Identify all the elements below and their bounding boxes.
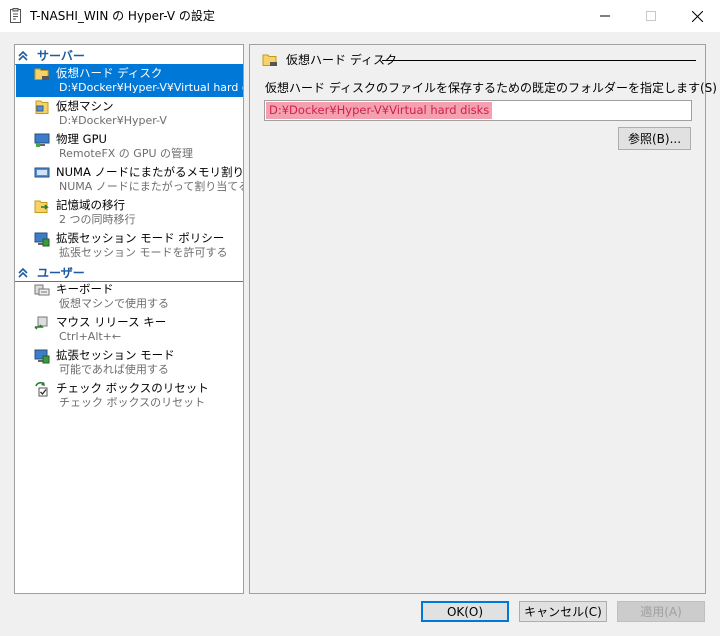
browse-button[interactable]: 参照(B)...	[618, 127, 691, 150]
nav-item-enhanced-session[interactable]: 拡張セッション モード 可能であれば使用する	[16, 346, 243, 379]
enhanced-session-icon	[34, 348, 50, 364]
nav-item-value: NUMA ノードにまたがって割り当てる	[59, 180, 244, 193]
storage-migration-icon	[34, 198, 50, 214]
apply-button[interactable]: 適用(A)	[617, 601, 705, 622]
collapse-chevron-icon	[18, 267, 28, 279]
numa-icon	[34, 165, 50, 181]
mouse-release-icon	[34, 315, 50, 331]
nav-item-virtual-machine[interactable]: 仮想マシン D:¥Docker¥Hyper-V	[16, 97, 243, 130]
nav-item-label: 物理 GPU	[56, 132, 107, 146]
title-bar: T-NASHI_WIN の Hyper-V の設定	[0, 0, 720, 32]
section-header-server[interactable]: サーバー	[15, 47, 243, 65]
dialog-client: サーバー 仮想ハード ディスク D:¥Docker¥Hyper-V¥Virtua…	[0, 32, 720, 636]
settings-tree: サーバー 仮想ハード ディスク D:¥Docker¥Hyper-V¥Virtua…	[14, 44, 244, 594]
nav-item-value: 可能であれば使用する	[59, 363, 169, 376]
nav-item-label: チェック ボックスのリセット	[56, 381, 209, 395]
nav-item-value: Ctrl+Alt+←	[59, 330, 122, 343]
nav-item-storage-migration[interactable]: 記憶域の移行 2 つの同時移行	[16, 196, 243, 229]
folder-disk-icon	[34, 66, 50, 82]
keyboard-icon	[34, 282, 50, 298]
vm-folder-icon	[34, 99, 50, 115]
nav-item-enhanced-session-policy[interactable]: 拡張セッション モード ポリシー 拡張セッション モードを許可する	[16, 229, 243, 262]
nav-item-value: 拡張セッション モードを許可する	[59, 246, 228, 259]
window-title: T-NASHI_WIN の Hyper-V の設定	[30, 9, 215, 23]
nav-item-keyboard[interactable]: キーボード 仮想マシンで使用する	[16, 280, 243, 313]
checkbox-reset-icon	[34, 381, 50, 397]
nav-item-value: 2 つの同時移行	[59, 213, 136, 226]
nav-item-physical-gpu[interactable]: 物理 GPU RemoteFX の GPU の管理	[16, 130, 243, 163]
section-label: ユーザー	[37, 266, 85, 280]
nav-item-value: 仮想マシンで使用する	[59, 297, 169, 310]
nav-item-label: 仮想マシン	[56, 99, 114, 113]
gpu-monitor-icon	[34, 132, 50, 148]
nav-item-checkbox-reset[interactable]: チェック ボックスのリセット チェック ボックスのリセット	[16, 379, 243, 412]
nav-item-numa[interactable]: NUMA ノードにまたがるメモリ割り当て NUMA ノードにまたがって割り当てる	[16, 163, 243, 196]
nav-item-label: キーボード	[56, 282, 114, 296]
nav-item-virtual-hard-disk[interactable]: 仮想ハード ディスク D:¥Docker¥Hyper-V¥Virtual har…	[16, 64, 243, 97]
nav-item-label: 拡張セッション モード ポリシー	[56, 231, 225, 245]
nav-item-mouse-release-key[interactable]: マウス リリース キー Ctrl+Alt+←	[16, 313, 243, 346]
maximize-icon	[646, 11, 656, 21]
section-label: サーバー	[37, 49, 85, 63]
minimize-button[interactable]	[582, 0, 628, 32]
default-folder-input[interactable]: D:¥Docker¥Hyper-V¥Virtual hard disks	[264, 100, 692, 121]
settings-document-icon	[8, 8, 24, 24]
folder-disk-icon	[262, 52, 278, 68]
minimize-icon	[600, 15, 610, 17]
nav-item-label: NUMA ノードにまたがるメモリ割り当て	[56, 165, 244, 179]
nav-item-value: D:¥Docker¥Hyper-V¥Virtual hard di	[59, 81, 244, 94]
nav-item-label: 記憶域の移行	[56, 198, 125, 212]
close-button[interactable]	[674, 0, 720, 32]
enhanced-session-policy-icon	[34, 231, 50, 247]
ok-button[interactable]: OK(O)	[421, 601, 509, 622]
default-folder-label: 仮想ハード ディスクのファイルを保存するための既定のフォルダーを指定します(S)	[265, 81, 717, 95]
nav-item-label: 仮想ハード ディスク	[56, 66, 163, 80]
default-folder-value[interactable]: D:¥Docker¥Hyper-V¥Virtual hard disks	[266, 102, 493, 119]
maximize-button[interactable]	[628, 0, 674, 32]
collapse-chevron-icon	[18, 50, 28, 62]
nav-item-label: マウス リリース キー	[56, 315, 167, 329]
settings-detail-panel: 仮想ハード ディスク 仮想ハード ディスクのファイルを保存するための既定のフォル…	[249, 44, 717, 594]
nav-item-value: D:¥Docker¥Hyper-V	[59, 114, 167, 127]
nav-item-label: 拡張セッション モード	[56, 348, 175, 362]
nav-item-value: RemoteFX の GPU の管理	[59, 147, 194, 160]
group-title-divider	[382, 60, 696, 61]
group-title: 仮想ハード ディスク	[260, 51, 696, 69]
nav-item-value: チェック ボックスのリセット	[59, 396, 206, 409]
group-title-label: 仮想ハード ディスク	[286, 53, 397, 67]
cancel-button[interactable]: キャンセル(C)	[519, 601, 607, 622]
close-icon	[691, 10, 703, 22]
